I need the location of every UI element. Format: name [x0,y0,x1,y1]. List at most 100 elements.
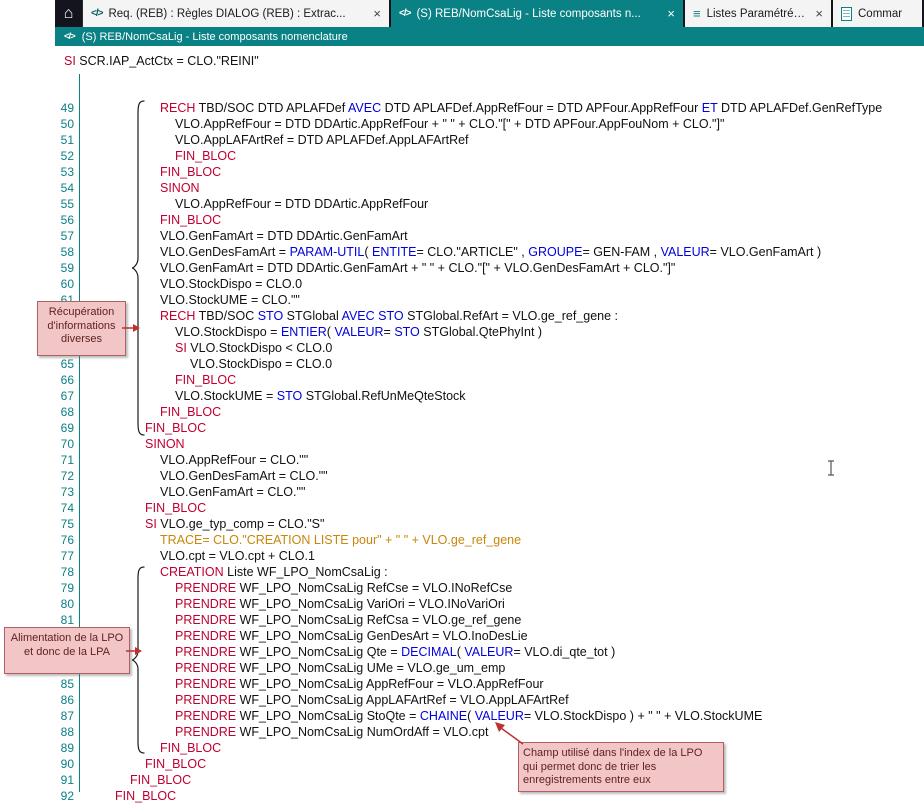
code-token: DECIMAL [401,645,457,659]
tab-label: Listes Paramétrées [707,8,806,20]
code-line[interactable]: 73VLO.GenFamArt = CLO."" [0,484,924,500]
code-token: WF_LPO_NomCsaLig RefCse = VLO.INoRefCse [236,581,512,595]
code-token: VLO.StockDispo < CLO.0 [187,341,333,355]
code-block-brace [131,565,146,755]
code-line[interactable]: 70SINON [0,436,924,452]
code-text: PRENDRE WF_LPO_NomCsaLig NumOrdAff = VLO… [175,725,488,739]
code-line[interactable]: 90FIN_BLOC [0,756,924,772]
line-number: 52 [0,149,74,163]
code-text: PRENDRE WF_LPO_NomCsaLig GenDesArt = VLO… [175,629,528,643]
code-token: DTD APLAFDef.GenRefType [718,101,883,115]
code-token: SINON [160,181,200,195]
annotation-text: et donc de la LPA [9,646,125,660]
code-token: CREATION [160,565,224,579]
code-token: FIN_BLOC [160,165,221,179]
code-text: VLO.GenFamArt = CLO."" [160,485,305,499]
close-icon[interactable]: × [663,6,675,21]
code-line[interactable]: 77VLO.cpt = VLO.cpt + CLO.1 [0,548,924,564]
code-token: FIN_BLOC [115,789,176,803]
code-line[interactable]: 76TRACE= CLO."CREATION LISTE pour" + " "… [0,532,924,548]
code-text: PRENDRE WF_LPO_NomCsaLig RefCsa = VLO.ge… [175,613,521,627]
code-token: VLO.StockDispo = [175,325,281,339]
code-token: WF_LPO_NomCsaLig UMe = VLO.ge_um_emp [236,661,505,675]
line-number: 79 [0,581,74,595]
tab-commandes[interactable]: Commar [833,0,924,27]
code-text: FIN_BLOC [115,789,176,803]
code-token: WF_LPO_NomCsaLig Qte = [236,645,401,659]
annotation-text: d'informations [42,320,121,334]
tab-nomcsalig[interactable]: </> (S) REB/NomCsaLig - Liste composants… [391,0,685,27]
code-token: WF_LPO_NomCsaLig AppLAFArtRef = VLO.AppL… [236,693,568,707]
annotation-text: Alimentation de la LPO [9,632,125,646]
code-text: FIN_BLOC [175,149,236,163]
code-token: = CLO."ARTICLE" , [416,245,528,259]
close-icon[interactable]: × [811,6,823,21]
code-token: = VLO.StockDispo ) + " " + VLO.StockUME [524,709,762,723]
code-line[interactable]: 71VLO.AppRefFour = CLO."" [0,452,924,468]
code-token: VLO.AppRefFour = DTD DDArtic.AppRefFour [175,197,428,211]
code-token: AVEC [342,309,375,323]
code-token: SINON [145,437,185,451]
code-token: PRENDRE [175,693,236,707]
code-text: SI VLO.ge_typ_comp = CLO."S" [145,517,324,531]
line-number: 78 [0,565,74,579]
code-line[interactable]: 92FIN_BLOC [0,788,924,804]
line-number: 85 [0,677,74,691]
tab-label: (S) REB/NomCsaLig - Liste composants n..… [416,8,640,20]
code-token: TBD/SOC [195,309,257,323]
code-token: FIN_BLOC [160,213,221,227]
close-icon[interactable]: × [369,6,381,21]
code-token: RECH [160,309,195,323]
code-token: TRACE= CLO."CREATION LISTE pour" + " " +… [160,533,521,547]
code-line[interactable]: 91 FIN_BLOC [0,772,924,788]
code-token: ET [702,101,718,115]
code-icon: </> [91,8,102,19]
code-token: VLO.StockUME = [175,389,277,403]
code-text: VLO.StockUME = STO STGlobal.RefUnMeQteSt… [175,389,466,403]
line-number: 69 [0,421,74,435]
line-number: 49 [0,101,74,115]
home-icon: ⌂ [64,5,74,23]
tab-label: Commar [858,8,902,20]
code-text: SI VLO.StockDispo < CLO.0 [175,341,332,355]
code-text: PRENDRE WF_LPO_NomCsaLig Qte = DECIMAL( … [175,645,615,659]
code-token: = [384,325,395,339]
code-token: STO [277,389,302,403]
line-number: 89 [0,741,74,755]
list-icon: ≡ [693,6,701,21]
code-line[interactable]: 74FIN_BLOC [0,500,924,516]
code-token: ENTIER [281,325,327,339]
code-text: VLO.GenFamArt = DTD DDArtic.GenFamArt + … [160,261,675,275]
tab-listes-parametrees[interactable]: ≡ Listes Paramétrées × [685,0,833,27]
home-button[interactable]: ⌂ [55,0,83,27]
document-icon [841,7,852,21]
code-token: SI [145,517,157,531]
line-number: 56 [0,213,74,227]
annotation-champ-index: Champ utilisé dans l'index de la LPO qui… [518,742,724,792]
code-token: STGlobal.RefArt = VLO.ge_ref_gene : [404,309,618,323]
code-line[interactable]: 75SI VLO.ge_typ_comp = CLO."S" [0,516,924,532]
line-number: 68 [0,405,74,419]
code-text: PRENDRE WF_LPO_NomCsaLig UMe = VLO.ge_um… [175,661,505,675]
code-token: PRENDRE [175,725,236,739]
code-token: TBD/SOC DTD APLAFDef [195,101,348,115]
code-text: SINON [160,181,200,195]
code-token: FIN_BLOC [145,421,206,435]
code-token: FIN_BLOC [175,373,236,387]
code-token: WF_LPO_NomCsaLig RefCsa = VLO.ge_ref_gen… [236,613,521,627]
code-text: FIN_BLOC [130,773,191,787]
line-number: 59 [0,261,74,275]
code-token: VALEUR [661,245,710,259]
code-token: VLO.GenFamArt = DTD DDArtic.GenFamArt + … [160,261,675,275]
code-line[interactable]: 72VLO.GenDesFamArt = CLO."" [0,468,924,484]
code-token: DTD APLAFDef.AppRefFour = DTD APFour.App… [381,101,702,115]
annotation-text: Récupération [42,306,121,320]
header-code-line: SI SCR.IAP_ActCtx = CLO."REINI" [64,54,259,68]
tab-regles-dialog[interactable]: </> Req. (REB) : Règles DIALOG (REB) : E… [83,0,391,27]
code-token: STGlobal.RefUnMeQteStock [302,389,465,403]
line-number: 86 [0,693,74,707]
code-text: PRENDRE WF_LPO_NomCsaLig VariOri = VLO.I… [175,597,505,611]
line-number: 91 [0,773,74,787]
code-text: FIN_BLOC [160,213,221,227]
line-number: 58 [0,245,74,259]
